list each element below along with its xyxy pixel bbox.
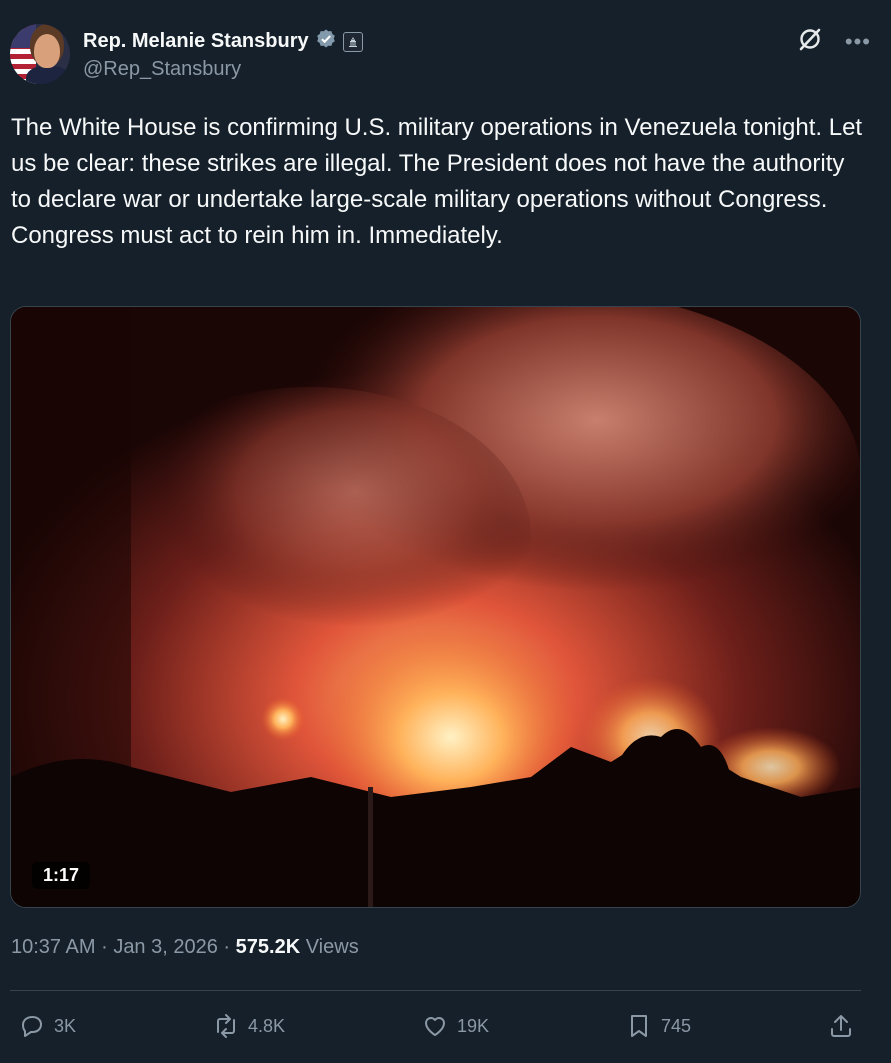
video-player[interactable]: 1:17 [10,306,861,908]
meta-separator: · [101,936,108,958]
timestamp[interactable]: 10:37 AM [11,936,96,958]
grok-icon[interactable] [797,26,823,57]
views-label: Views [305,936,359,958]
video-thumbnail [11,307,860,907]
display-name[interactable]: Rep. Melanie Stansbury [83,30,309,53]
share-icon [830,1015,851,1037]
like-icon [424,1017,445,1036]
divider [10,990,861,991]
avatar[interactable] [10,24,70,84]
top-actions: ••• [797,26,871,57]
tweet-header: Rep. Melanie Stansbury @Rep_Stansbury ••… [10,24,871,84]
tweet-meta: 10:37 AM · Jan 3, 2026 · 575.2K Views [11,936,359,959]
video-duration: 1:17 [32,862,91,889]
date[interactable]: Jan 3, 2026 [113,936,218,958]
share-button[interactable] [827,1012,855,1040]
like-count: 19K [456,1015,489,1036]
government-capitol-icon[interactable] [342,31,363,52]
action-bar: 3K 4.8K 19K 745 [18,1006,855,1046]
bookmark-icon [630,1015,647,1037]
handle[interactable]: @Rep_Stansbury [83,58,241,81]
avatar-body [26,66,70,84]
reply-button[interactable]: 3K [18,1012,76,1040]
meta-separator-2: · [223,936,231,958]
name-row: Rep. Melanie Stansbury [83,28,363,55]
repost-count: 4.8K [247,1015,286,1036]
repost-icon [216,1014,235,1038]
more-icon[interactable]: ••• [845,30,871,52]
views-count: 575.2K [235,936,301,958]
bookmark-button[interactable]: 745 [625,1012,691,1040]
tweet-text: The White House is confirming U.S. milit… [11,114,863,249]
repost-button[interactable]: 4.8K [212,1012,285,1040]
reply-count: 3K [54,1015,77,1036]
verified-badge-icon[interactable] [315,28,337,55]
bookmark-count: 745 [660,1015,691,1036]
avatar-face [34,34,60,68]
like-button[interactable]: 19K [421,1012,489,1040]
reply-icon [22,1016,42,1037]
